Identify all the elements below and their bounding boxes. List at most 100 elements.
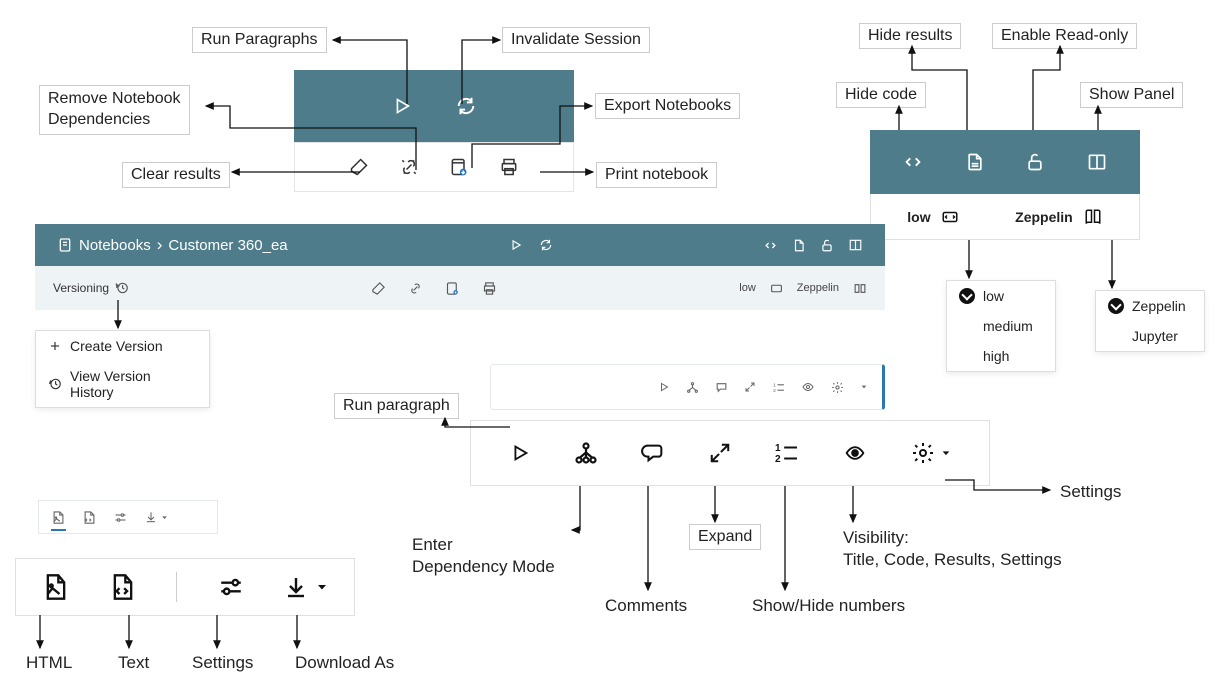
gear-icon[interactable] bbox=[831, 381, 844, 394]
plus-icon bbox=[48, 339, 62, 353]
export-icon[interactable] bbox=[445, 281, 460, 296]
versioning-label[interactable]: Versioning bbox=[53, 281, 109, 295]
comment-icon[interactable] bbox=[715, 381, 728, 394]
page-title: Customer 360_ea bbox=[168, 237, 287, 254]
file-icon[interactable] bbox=[792, 238, 806, 253]
refresh-icon[interactable] bbox=[539, 238, 553, 252]
panel-icon[interactable] bbox=[848, 238, 863, 252]
run-icon[interactable] bbox=[391, 95, 413, 117]
eraser-icon[interactable] bbox=[371, 281, 386, 296]
mini-layout-label[interactable]: Zeppelin bbox=[797, 282, 839, 294]
label-comments: Comments bbox=[597, 593, 695, 619]
code-icon[interactable] bbox=[763, 238, 778, 253]
label-settings: Settings bbox=[1052, 479, 1129, 505]
label-enter-dep: Enter Dependency Mode bbox=[404, 531, 563, 581]
file-icon[interactable] bbox=[965, 151, 985, 173]
menu-label: Create Version bbox=[70, 338, 163, 354]
result-toolbar-mini bbox=[38, 500, 218, 534]
width-option-high[interactable]: high bbox=[947, 341, 1055, 371]
book-icon[interactable] bbox=[1083, 208, 1103, 226]
sliders-icon[interactable] bbox=[113, 510, 128, 525]
label-expand: Expand bbox=[689, 524, 761, 550]
result-toolbar-enlarged bbox=[15, 558, 355, 616]
top-toolbar-enlarged bbox=[294, 70, 574, 192]
width-swap-icon[interactable] bbox=[770, 282, 783, 295]
refresh-icon[interactable] bbox=[455, 95, 477, 117]
paragraph-toolbar-enlarged: 12 bbox=[470, 420, 990, 486]
text-icon[interactable] bbox=[82, 510, 97, 525]
label-remove-deps: Remove Notebook Dependencies bbox=[39, 85, 190, 135]
html-icon[interactable] bbox=[51, 510, 66, 525]
label-show-hide-numbers: Show/Hide numbers bbox=[744, 593, 913, 619]
expand-icon[interactable] bbox=[709, 442, 731, 464]
print-icon[interactable] bbox=[499, 157, 519, 177]
versioning-menu[interactable]: Create Version View Version History bbox=[35, 330, 210, 408]
label-text: Text bbox=[110, 650, 157, 676]
panel-icon[interactable] bbox=[1086, 152, 1108, 172]
chevron-down-icon[interactable] bbox=[860, 383, 868, 391]
label-download-as: Download As bbox=[287, 650, 402, 676]
divider bbox=[176, 572, 177, 602]
numbers-icon[interactable]: 12 bbox=[774, 442, 798, 464]
unlink-icon[interactable] bbox=[399, 157, 419, 177]
svg-text:2: 2 bbox=[775, 454, 781, 465]
lock-open-icon[interactable] bbox=[820, 238, 834, 253]
history-icon[interactable] bbox=[115, 281, 129, 295]
numbers-icon[interactable]: 12 bbox=[772, 381, 785, 394]
tree-icon[interactable] bbox=[574, 441, 598, 465]
option-label: Zeppelin bbox=[1132, 298, 1186, 314]
gear-dropdown[interactable] bbox=[911, 441, 951, 465]
print-icon[interactable] bbox=[482, 281, 497, 296]
label-settings2: Settings bbox=[184, 650, 261, 676]
label-hide-code: Hide code bbox=[836, 82, 926, 108]
layout-option-jupyter[interactable]: Jupyter bbox=[1096, 321, 1204, 351]
width-label: low bbox=[907, 209, 930, 225]
run-icon[interactable] bbox=[509, 238, 523, 252]
option-label: high bbox=[983, 348, 1009, 364]
sliders-icon[interactable] bbox=[217, 574, 245, 600]
width-option-low[interactable]: low bbox=[947, 281, 1055, 311]
layout-menu[interactable]: Zeppelin Jupyter bbox=[1095, 290, 1205, 352]
label-export-notebooks: Export Notebooks bbox=[595, 93, 740, 119]
expand-icon[interactable] bbox=[744, 381, 756, 393]
eye-icon[interactable] bbox=[842, 443, 868, 463]
layout-option-zeppelin[interactable]: Zeppelin bbox=[1096, 291, 1204, 321]
run-icon[interactable] bbox=[509, 442, 531, 464]
width-option-medium[interactable]: medium bbox=[947, 311, 1055, 341]
radio-on-icon bbox=[959, 288, 975, 304]
tree-icon[interactable] bbox=[686, 381, 699, 394]
radio-on-icon bbox=[1108, 298, 1124, 314]
label-html: HTML bbox=[18, 650, 80, 676]
unlink-icon[interactable] bbox=[408, 281, 423, 296]
code-icon[interactable] bbox=[902, 151, 924, 173]
main-header: Notebooks › Customer 360_ea bbox=[35, 224, 885, 266]
svg-text:2: 2 bbox=[773, 387, 776, 393]
paragraph-toolbar-mini: 12 bbox=[490, 364, 885, 410]
notebooks-icon bbox=[57, 237, 73, 253]
label-invalidate-session: Invalidate Session bbox=[502, 27, 650, 53]
create-version[interactable]: Create Version bbox=[36, 331, 209, 361]
width-swap-icon[interactable] bbox=[941, 208, 959, 226]
eraser-icon[interactable] bbox=[349, 157, 369, 177]
html-icon[interactable] bbox=[42, 572, 70, 602]
lock-open-icon[interactable] bbox=[1025, 151, 1045, 173]
run-icon[interactable] bbox=[658, 381, 670, 393]
view-version-history[interactable]: View Version History bbox=[36, 361, 209, 407]
label-visibility: Visibility: Title, Code, Results, Settin… bbox=[835, 524, 1070, 574]
eye-icon[interactable] bbox=[801, 381, 815, 393]
export-icon[interactable] bbox=[449, 157, 469, 177]
option-label: low bbox=[983, 288, 1004, 304]
layout-label: Zeppelin bbox=[1015, 209, 1073, 225]
download-dropdown[interactable] bbox=[284, 574, 328, 600]
label-run-paragraphs: Run Paragraphs bbox=[192, 27, 327, 53]
breadcrumb-root[interactable]: Notebooks bbox=[79, 237, 151, 254]
download-dropdown[interactable] bbox=[144, 510, 168, 524]
book-icon[interactable] bbox=[853, 282, 867, 295]
svg-text:1: 1 bbox=[773, 382, 776, 388]
label-clear-results: Clear results bbox=[122, 162, 230, 188]
width-menu[interactable]: low medium high bbox=[946, 280, 1056, 372]
menu-label: View Version History bbox=[70, 368, 197, 400]
comment-icon[interactable] bbox=[642, 442, 666, 464]
text-icon[interactable] bbox=[109, 572, 137, 602]
mini-width-label[interactable]: low bbox=[739, 282, 756, 294]
